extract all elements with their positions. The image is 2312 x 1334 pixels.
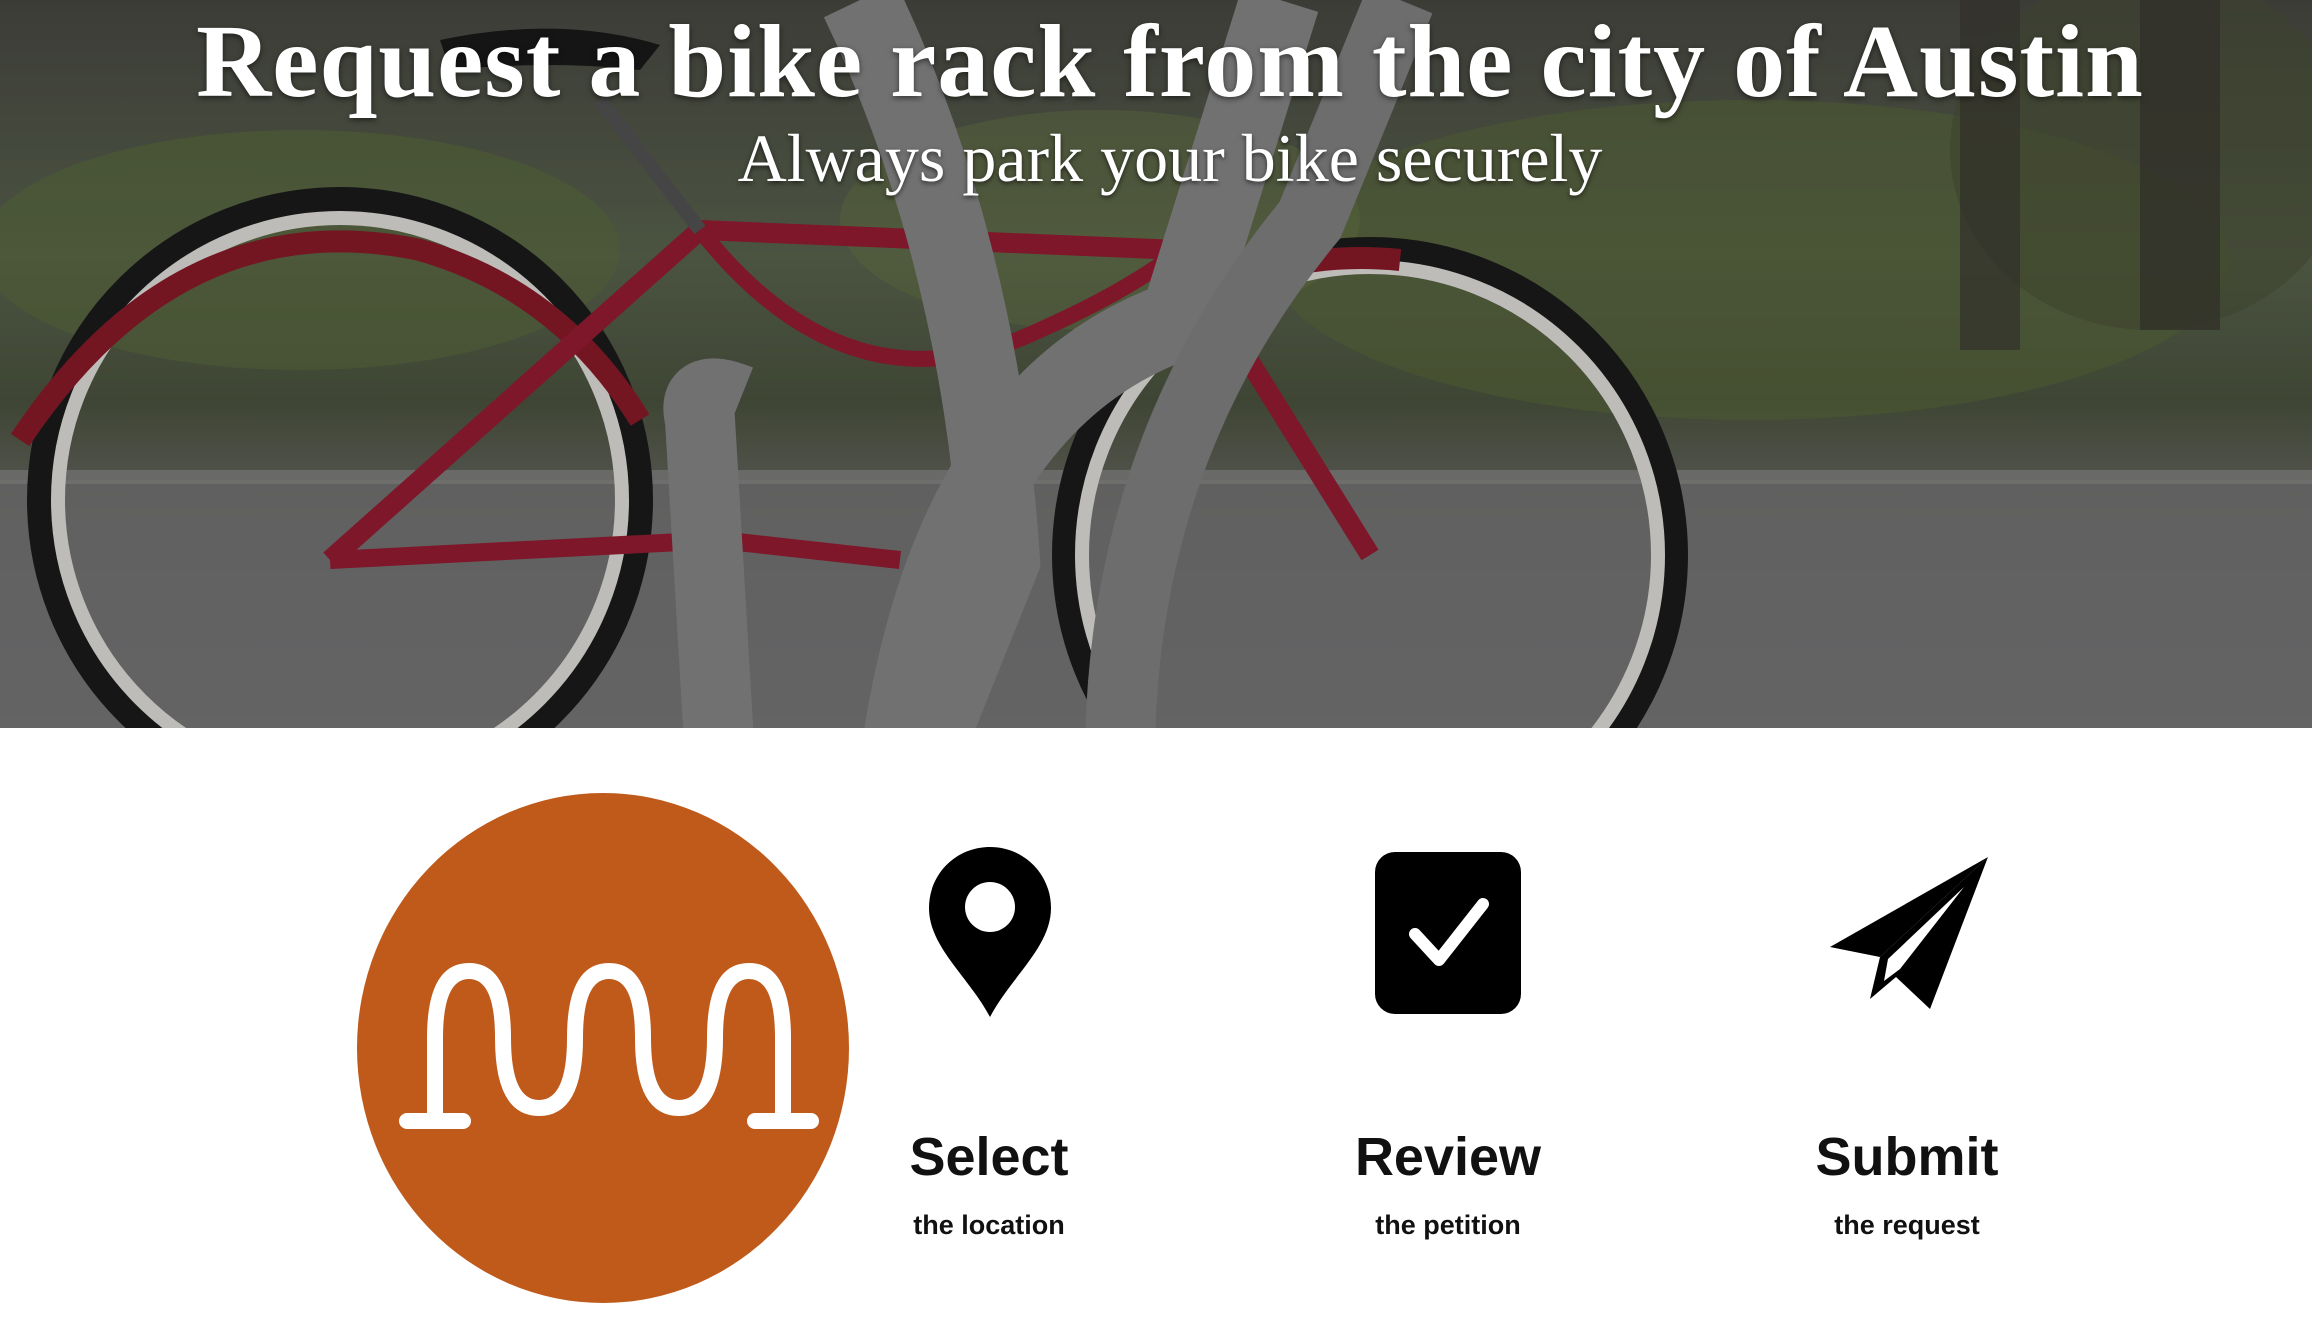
hero-banner: Request a bike rack from the city of Aus…	[0, 0, 2312, 728]
step-subtitle: the location	[913, 1210, 1065, 1240]
step-subtitle: the request	[1834, 1210, 1980, 1240]
bike-rack-logo-icon	[357, 793, 849, 1303]
paper-plane-icon	[1830, 857, 1988, 1009]
hero-title: Request a bike rack from the city of Aus…	[196, 4, 2144, 119]
step-submit[interactable]: Submit the request	[1757, 857, 2057, 1257]
step-subtitle: the petition	[1375, 1210, 1521, 1240]
map-pin-icon	[929, 847, 1051, 1017]
step-title: Review	[1354, 1127, 1542, 1187]
step-review[interactable]: Review the petition	[1298, 852, 1598, 1252]
step-select[interactable]: Select the location	[839, 847, 1139, 1247]
step-title: Select	[909, 1127, 1069, 1187]
hero-subtitle: Always park your bike securely	[737, 120, 1603, 196]
checkbox-check-icon	[1375, 852, 1521, 1014]
step-title: Submit	[1815, 1127, 1999, 1187]
